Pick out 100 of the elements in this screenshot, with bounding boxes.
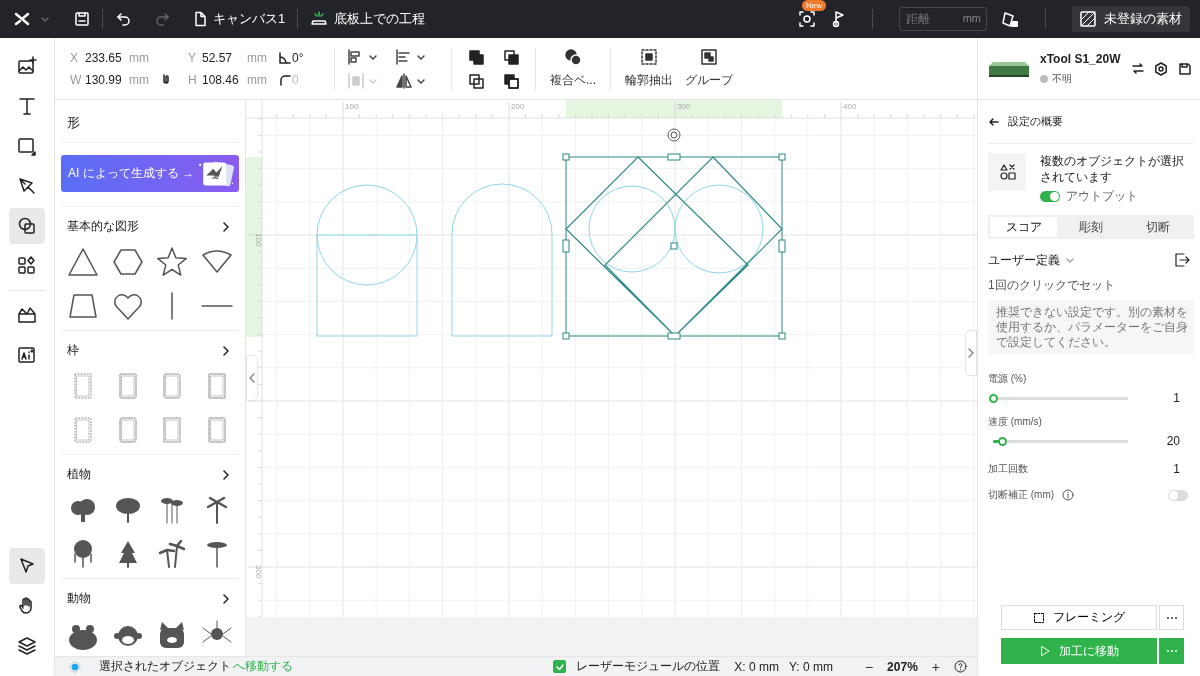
rotate-handle-icon[interactable] [667, 128, 681, 142]
device-name[interactable]: xTool S1_20W [1040, 51, 1123, 66]
save-icon[interactable] [1178, 61, 1192, 76]
ruler-label: 300 [677, 102, 691, 111]
bring-front-icon[interactable] [468, 48, 484, 65]
preset-dropdown[interactable]: ユーザー定義 [988, 252, 1060, 268]
slider-thumb[interactable] [988, 393, 998, 403]
mode-tab[interactable]: 彫刻 [1057, 217, 1125, 237]
flip-icon [395, 71, 413, 90]
ruler-label: 300 [254, 565, 263, 579]
zoom-out-button[interactable]: − [860, 658, 878, 675]
tool-button[interactable] [9, 208, 45, 244]
status-dot [1040, 74, 1048, 83]
text-tool-icon [17, 96, 37, 116]
coordinate-text: Y: 0 mm [788, 659, 833, 674]
distribute-icon [347, 71, 365, 90]
info-icon[interactable] [1062, 489, 1075, 501]
ai-generate-banner[interactable]: AI によって生成する → [61, 155, 239, 192]
chevron-down-icon [1065, 255, 1075, 265]
undo-icon[interactable] [115, 10, 133, 28]
warning-note: 推奨できない設定です。別の素材を使用するか、パラメーターをご自身で設定してください。 [988, 300, 1194, 354]
slider-thumb[interactable] [997, 436, 1007, 446]
collapse-handle[interactable] [246, 355, 258, 401]
mode-tab[interactable]: スコア [990, 217, 1058, 237]
chevron-down-icon[interactable] [40, 14, 50, 24]
outline-icon [640, 48, 658, 66]
back-arrow-icon[interactable] [988, 115, 1000, 128]
rotation-field[interactable]: 0° [292, 50, 322, 65]
combine-icon [564, 48, 582, 66]
framing-button[interactable]: フレーミング [1001, 605, 1157, 630]
cursor-icon [17, 556, 37, 576]
ruler-label: 200 [511, 102, 525, 111]
camera-scan-icon[interactable] [798, 10, 816, 28]
chevron-right-icon [967, 348, 975, 358]
flag-icon[interactable] [830, 10, 846, 28]
chevron-right-icon[interactable] [221, 593, 231, 604]
value-field[interactable]: 130.99 [85, 72, 129, 87]
toggle-switch[interactable] [1168, 489, 1188, 501]
export-icon[interactable] [1174, 252, 1190, 268]
slider-label: 電源 (%) [988, 372, 1028, 386]
file-name[interactable]: キャンバス1 [213, 10, 286, 28]
settings-icon[interactable] [1154, 61, 1168, 76]
unit-label: mm [247, 50, 268, 65]
align-left-icon [395, 47, 413, 66]
elements-icon [17, 256, 37, 276]
slider-value: 1 [1173, 391, 1180, 405]
field-label: 切断補正 (mm) [988, 488, 1055, 502]
material-tag-icon[interactable] [1001, 10, 1019, 28]
send-backward-icon[interactable] [503, 72, 519, 89]
action-button[interactable]: 複合ベ... [548, 48, 598, 89]
action-button[interactable]: 輪郭抽出 [623, 48, 675, 89]
unit-label: mm [962, 12, 981, 24]
swap-icon[interactable] [1131, 62, 1144, 75]
value-field[interactable]: 108.46 [202, 72, 247, 87]
chevron-right-icon[interactable] [221, 469, 231, 480]
process-mode-button[interactable]: 底板上での工程 [310, 10, 426, 28]
value-field[interactable]: 52.57 [202, 50, 247, 65]
panel-title: 設定の概要 [1008, 114, 1063, 129]
passes-value[interactable]: 1 [1173, 462, 1180, 476]
material-button[interactable]: 未登録の素材 [1072, 6, 1190, 32]
field-label: H [188, 72, 198, 87]
field-label: W [70, 72, 83, 87]
bring-forward-icon[interactable] [468, 72, 484, 89]
chevron-right-icon[interactable] [221, 221, 231, 232]
send-back-icon[interactable] [503, 48, 519, 65]
zoom-level: 207% [887, 659, 918, 674]
section-title: 動物 [67, 590, 91, 607]
ruler-label: 400 [843, 102, 857, 111]
mode-tab[interactable]: 切断 [1124, 217, 1192, 237]
slider-value: 20 [1166, 434, 1180, 448]
triangle-shape[interactable] [66, 246, 101, 278]
group-icon [700, 48, 718, 66]
ruler-label: 100 [345, 102, 359, 111]
selection-title: 複数のオブジェクトが選択されています [1040, 154, 1185, 185]
document-icon [193, 11, 207, 27]
ai-image-icon [17, 345, 37, 365]
collapse-handle[interactable] [965, 330, 977, 376]
star-shape[interactable] [155, 246, 190, 278]
hexagon-shape[interactable] [110, 246, 145, 278]
status-text: 選択されたオブジェクト [99, 658, 231, 675]
help-icon[interactable] [954, 660, 967, 673]
section-title: 植物 [67, 466, 91, 483]
field-label: 加工回数 [988, 462, 1028, 476]
value-field[interactable]: 233.65 [85, 50, 129, 65]
action-button[interactable]: グループ [683, 48, 735, 89]
logo-icon[interactable] [14, 11, 30, 27]
chevron-right-icon[interactable] [221, 345, 231, 356]
zoom-in-button[interactable]: + [927, 658, 944, 675]
unit-label: mm [247, 72, 268, 87]
coordinate-text: X: 0 mm [734, 659, 779, 674]
tool-button[interactable] [9, 548, 45, 584]
framing-icon [1033, 611, 1045, 624]
field-label: X [70, 50, 79, 65]
checkbox[interactable] [553, 660, 567, 673]
new-badge: New [802, 0, 826, 11]
toggle-switch[interactable] [1040, 191, 1060, 202]
panel-title: 形 [61, 100, 239, 143]
pen-tool-icon [17, 176, 37, 196]
chevron-left-icon [248, 373, 256, 383]
play-icon [1039, 645, 1051, 657]
